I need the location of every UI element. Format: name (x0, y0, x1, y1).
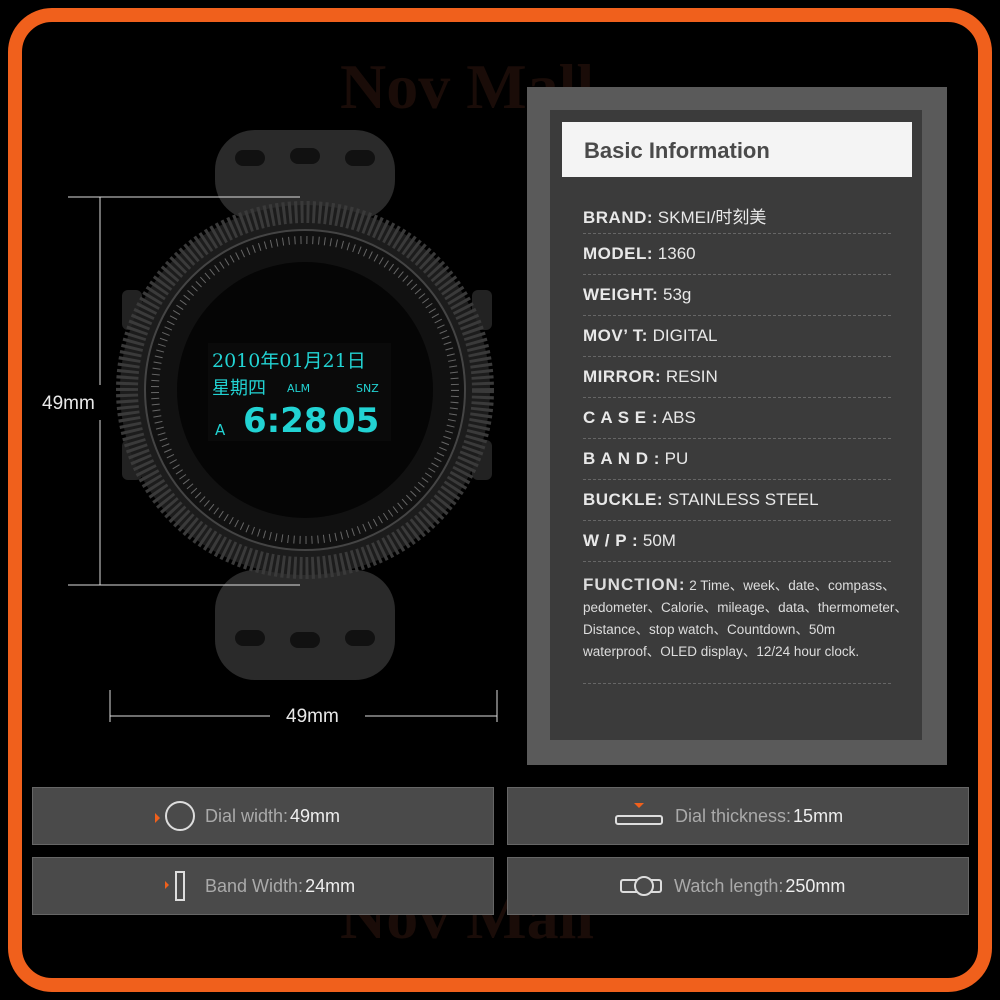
basic-info-panel: Basic Information BRAND: SKMEI/时刻美 MODEL… (527, 87, 947, 765)
info-row: WEIGHT: 53g (583, 275, 891, 316)
info-row: B A N D : PU (583, 439, 891, 480)
band-width-icon (165, 871, 195, 901)
function-list: FUNCTION: 2 Time、week、date、compass、pedom… (583, 575, 908, 659)
watch-length-icon (620, 871, 664, 901)
info-row: BUCKLE: STAINLESS STEEL (583, 480, 891, 521)
spec-dial-thickness: Dial thickness: 15mm (507, 787, 969, 845)
info-row: MODEL: 1360 (583, 234, 891, 275)
alarm-indicator: ALM (287, 382, 311, 395)
display-seconds: 05 (332, 401, 380, 441)
dial-width-icon (155, 801, 195, 831)
snooze-indicator: SNZ (356, 382, 379, 395)
width-dimension: 49mm (286, 706, 339, 727)
spec-watch-length: Watch length: 250mm (507, 857, 969, 915)
spec-dial-width: Dial width: 49mm (32, 787, 494, 845)
display-time: 6:28 (243, 401, 328, 441)
dial-thickness-icon (613, 801, 665, 831)
display-weekday: 星期四 (212, 378, 266, 399)
height-dimension: 49mm (42, 393, 95, 414)
info-row: W / P : 50M (583, 521, 891, 562)
info-row: BRAND: SKMEI/时刻美 (583, 193, 891, 234)
info-row: C A S E : ABS (583, 398, 891, 439)
info-row: MIRROR: RESIN (583, 357, 891, 398)
info-row: MOV’ T: DIGITAL (583, 316, 891, 357)
spec-band-width: Band Width: 24mm (32, 857, 494, 915)
panel-title: Basic Information (562, 122, 912, 177)
am-indicator: A (215, 421, 226, 439)
divider (583, 683, 891, 684)
display-date: 2010年01月21日 (212, 350, 366, 372)
